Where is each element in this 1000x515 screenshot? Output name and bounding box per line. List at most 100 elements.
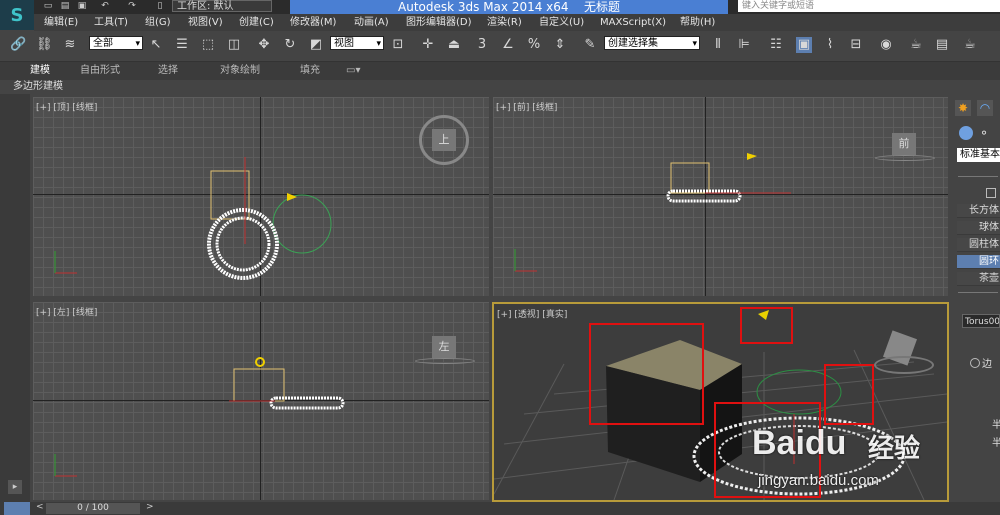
new-file-icon[interactable]: ▭ xyxy=(43,1,53,11)
object-type-cylinder[interactable]: 圆柱体 xyxy=(957,238,1000,252)
play-arrow-icon[interactable]: ▸ xyxy=(8,480,22,494)
viewcube-front[interactable]: 前 xyxy=(892,133,916,155)
undo-icon[interactable]: ↶ xyxy=(100,1,110,11)
polygon-modeling-label[interactable]: 多边形建模 xyxy=(10,80,66,94)
save-file-icon[interactable]: ▣ xyxy=(77,1,87,11)
edges-radio[interactable] xyxy=(970,358,980,368)
viewcube-ring[interactable]: 上 xyxy=(419,115,469,165)
object-type-sphere[interactable]: 球体 xyxy=(957,221,1000,235)
angle-snap-icon[interactable]: ∠ xyxy=(500,37,516,53)
link-icon[interactable]: 🔗 xyxy=(10,37,26,53)
scale-icon[interactable]: ◩ xyxy=(308,37,324,53)
ref-coord-select[interactable]: 视图 xyxy=(330,36,384,51)
redo-icon[interactable]: ↷ xyxy=(127,1,137,11)
rollout-divider xyxy=(958,176,998,177)
spinner-snap-icon[interactable]: ⇕ xyxy=(552,37,568,53)
menu-views[interactable]: 视图(V) xyxy=(188,14,223,31)
unlink-icon[interactable]: ⛓ xyxy=(36,37,53,53)
menu-tools[interactable]: 工具(T) xyxy=(94,14,128,31)
render-production-icon[interactable]: ☕ xyxy=(962,37,978,53)
ribbon-options-icon[interactable]: ▭▾ xyxy=(346,64,360,78)
tab-selection[interactable]: 选择 xyxy=(158,64,178,78)
viewport-front[interactable]: [+] [前] [线框] 前 xyxy=(493,97,948,296)
viewport-top[interactable]: [+] [顶] [线框] 上 xyxy=(33,97,489,296)
object-type-torus[interactable]: 圆环 xyxy=(957,255,1000,269)
select-object-icon[interactable]: ↖ xyxy=(148,37,164,53)
selection-filter-select[interactable]: 全部 xyxy=(89,36,143,51)
viewcube-left[interactable]: 左 xyxy=(432,336,456,358)
tab-populate[interactable]: 填充 xyxy=(300,64,320,78)
curve-editor-icon[interactable]: ⌇ xyxy=(822,37,838,53)
snap-toggle-icon[interactable]: 3 xyxy=(474,37,490,53)
object-type-box[interactable]: 长方体 xyxy=(957,204,1000,218)
time-next-icon[interactable]: > xyxy=(146,502,154,512)
menu-group[interactable]: 组(G) xyxy=(145,14,171,31)
main-toolbar: 🔗 ⛓ ≋ 全部 ↖ ☰ ⬚ ◫ ✥ ↻ ◩ 视图 ⊡ ✛ ⏏ 3 ∠ % ⇕ … xyxy=(0,31,1000,62)
layer-manager-icon[interactable]: ☷ xyxy=(768,37,784,53)
app-name: Autodesk 3ds Max 2014 x64 xyxy=(398,0,569,14)
named-selection-select[interactable]: 创建选择集 xyxy=(604,36,700,51)
time-slider[interactable]: 0 / 100 xyxy=(46,503,140,514)
app-title: Autodesk 3ds Max 2014 x64 无标题 xyxy=(290,0,728,14)
render-setup-icon[interactable]: ☕ xyxy=(908,37,924,53)
rect-selection-icon[interactable]: ⬚ xyxy=(200,37,216,53)
viewcube-ring[interactable] xyxy=(415,358,475,364)
category-select[interactable]: 标准基本 xyxy=(957,148,1000,162)
time-prev-icon[interactable]: < xyxy=(36,502,44,512)
object-type-teapot[interactable]: 茶壶 xyxy=(957,272,1000,286)
graphite-toggle-icon[interactable]: ▣ xyxy=(796,37,812,53)
select-by-name-icon[interactable]: ☰ xyxy=(174,37,190,53)
viewcube-ring[interactable] xyxy=(875,155,935,161)
pivot-center-icon[interactable]: ⊡ xyxy=(390,37,406,53)
object-name-input[interactable]: Torus001 xyxy=(962,314,1000,328)
project-folder-icon[interactable]: ▯ xyxy=(155,1,165,11)
tab-freeform[interactable]: 自由形式 xyxy=(80,64,120,78)
command-panel: ✸ ◠ ⚬ 标准基本 长方体 球体 圆柱体 圆环 茶壶 Torus001 边 半… xyxy=(950,94,1000,515)
menu-help[interactable]: 帮助(H) xyxy=(680,14,715,31)
mirror-icon[interactable]: ⫴ xyxy=(710,37,726,53)
geometry-icon[interactable] xyxy=(959,126,973,140)
mini-listener-icon[interactable] xyxy=(4,502,30,515)
rotate-icon[interactable]: ↻ xyxy=(282,37,298,53)
watermark: Baidu 经验 jingyan.baidu.com xyxy=(752,400,942,492)
menu-edit[interactable]: 编辑(E) xyxy=(44,14,78,31)
manipulate-icon[interactable]: ✛ xyxy=(420,37,436,53)
material-editor-icon[interactable]: ◉ xyxy=(878,37,894,53)
tab-object-paint[interactable]: 对象绘制 xyxy=(220,64,260,78)
left-strip: ▸ xyxy=(0,94,30,515)
keyboard-shortcut-icon[interactable]: ⏏ xyxy=(446,37,462,53)
viewport-left[interactable]: [+] [左] [线框] 左 xyxy=(33,302,489,500)
menu-maxscript[interactable]: MAXScript(X) xyxy=(600,14,666,31)
shapes-icon[interactable]: ⚬ xyxy=(979,126,993,140)
rendered-frame-icon[interactable]: ▤ xyxy=(934,37,950,53)
create-tab-icon[interactable]: ✸ xyxy=(955,100,971,116)
document-title: 无标题 xyxy=(584,0,621,14)
percent-snap-icon[interactable]: % xyxy=(526,37,542,53)
menu-rendering[interactable]: 渲染(R) xyxy=(487,14,522,31)
align-icon[interactable]: ⊫ xyxy=(736,37,752,53)
menu-animation[interactable]: 动画(A) xyxy=(354,14,389,31)
menu-customize[interactable]: 自定义(U) xyxy=(539,14,584,31)
left-view-scene xyxy=(54,357,345,477)
schematic-view-icon[interactable]: ⊟ xyxy=(848,37,864,53)
tab-modeling[interactable]: 建模 xyxy=(30,64,50,78)
menu-modifiers[interactable]: 修改器(M) xyxy=(290,14,336,31)
viewport-perspective[interactable]: [+] [透视] [真实] Baidu 经验 jingyan.baidu.com xyxy=(492,302,949,502)
viewcube-top[interactable]: 上 xyxy=(432,129,456,151)
viewcube-ring[interactable] xyxy=(874,356,934,374)
move-icon[interactable]: ✥ xyxy=(256,37,272,53)
open-file-icon[interactable]: ▤ xyxy=(60,1,70,11)
bind-spacewarp-icon[interactable]: ≋ xyxy=(62,37,78,53)
front-view-scene xyxy=(514,153,791,272)
app-logo-icon[interactable]: S xyxy=(0,0,34,30)
edit-named-sel-icon[interactable]: ✎ xyxy=(582,37,598,53)
watermark-url: jingyan.baidu.com xyxy=(758,472,879,489)
modify-tab-icon[interactable]: ◠ xyxy=(977,100,993,116)
workspace-select[interactable]: 工作区: 默认 xyxy=(172,0,272,12)
menu-create[interactable]: 创建(C) xyxy=(239,14,274,31)
time-slider-bar: < 0 / 100 > xyxy=(0,502,1000,515)
search-input[interactable]: 键入关键字或短语 xyxy=(738,0,1000,12)
window-crossing-icon[interactable]: ◫ xyxy=(226,37,242,53)
autogrid-checkbox[interactable] xyxy=(986,188,996,198)
menu-graph-editors[interactable]: 图形编辑器(D) xyxy=(406,14,472,31)
